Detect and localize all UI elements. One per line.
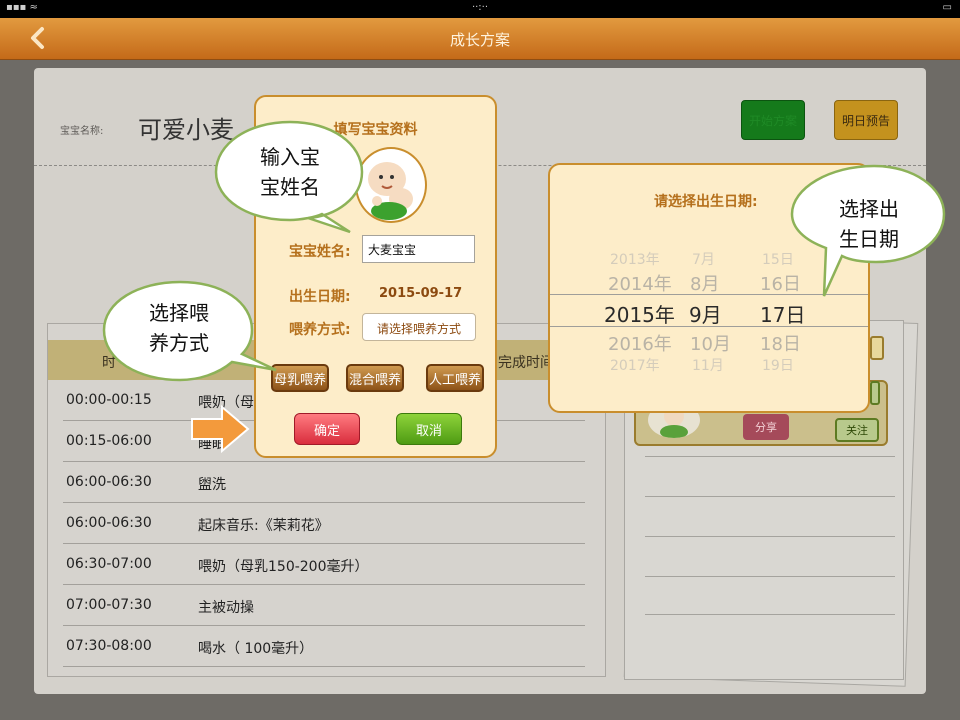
mixed-feeding-button[interactable]: 混合喂养 (346, 364, 404, 392)
row-activity: 起床音乐:《茉莉花》 (198, 518, 329, 534)
table-row[interactable]: 06:00-06:30 盥洗 (63, 462, 585, 503)
row-time: 07:00-07:30 (66, 597, 152, 613)
callout-feeding-line1: 选择喂 (149, 301, 209, 325)
feeding-select[interactable]: 请选择喂养方式 (362, 313, 476, 341)
table-row[interactable]: 07:00-07:30 主被动操 (63, 585, 585, 626)
month-option[interactable]: 7月 (692, 249, 715, 269)
table-row[interactable]: 06:30-07:00 喂奶（母乳150-200毫升） (63, 544, 585, 585)
callout-name-line2: 宝姓名 (260, 175, 320, 199)
row-time: 00:00-00:15 (66, 392, 152, 408)
table-row[interactable]: 07:30-08:00 喝水（ 100毫升） (63, 626, 585, 667)
callout-birthdate-line1: 选择出 (839, 197, 899, 221)
paper-line (645, 536, 895, 537)
header-done-time: 完成时间 (498, 355, 554, 371)
row-activity: 主被动操 (198, 600, 254, 616)
year-option[interactable]: 2013年 (610, 249, 660, 269)
feeding-label: 喂养方式: (289, 322, 351, 338)
callout-name-line1: 输入宝 (260, 145, 320, 169)
confirm-button[interactable]: 确定 (294, 413, 360, 445)
month-option[interactable]: 8月 (690, 270, 719, 296)
row-time: 07:30-08:00 (66, 638, 152, 654)
callout-birthdate-line2: 生日期 (839, 227, 899, 251)
breastfeeding-button[interactable]: 母乳喂养 (271, 364, 329, 392)
row-activity: 盥洗 (198, 477, 226, 493)
day-selected[interactable]: 17日 (760, 299, 805, 328)
date-picker-title: 请选择出生日期: (654, 194, 758, 210)
paper-line (645, 496, 895, 497)
row-activity: 喝水（ 100毫升） (198, 641, 314, 657)
card-tab-green[interactable] (870, 381, 880, 405)
share-button[interactable]: 分享 (743, 414, 789, 440)
callout-name: 输入宝 宝姓名 (210, 118, 370, 234)
callout-birthdate: 选择出 生日期 (786, 162, 950, 297)
formula-feeding-button[interactable]: 人工喂养 (426, 364, 484, 392)
paper-line (645, 614, 895, 615)
row-time: 00:15-06:00 (66, 433, 152, 449)
callout-feeding: 选择喂 养方式 (98, 278, 277, 384)
day-option[interactable]: 18日 (760, 330, 801, 356)
battery-icon: ▭ (942, 2, 952, 13)
month-option[interactable]: 11月 (692, 355, 724, 375)
birthdate-value[interactable]: 2015-09-17 (379, 286, 462, 301)
status-bar: ▪▪▪ ≈ ··:·· ▭ (0, 0, 960, 18)
day-option[interactable]: 19日 (762, 355, 794, 375)
arrow-right-icon (190, 404, 252, 454)
baby-name-label: 宝宝名称: (60, 126, 104, 137)
row-time: 06:30-07:00 (66, 556, 152, 572)
baby-name-input[interactable] (362, 235, 475, 263)
name-label: 宝宝姓名: (289, 244, 351, 260)
cancel-button[interactable]: 取消 (396, 413, 462, 445)
status-clock-icon: ··:·· (471, 2, 489, 13)
year-option[interactable]: 2014年 (608, 270, 672, 296)
paper-line (645, 456, 895, 457)
month-selected[interactable]: 9月 (689, 299, 722, 328)
row-activity: 喂奶（母乳150-200毫升） (198, 559, 369, 575)
table-row[interactable]: 06:00-06:30 起床音乐:《茉莉花》 (63, 503, 585, 544)
tomorrow-preview-button[interactable]: 明日预告 (834, 100, 898, 140)
year-option[interactable]: 2016年 (608, 330, 672, 356)
day-option[interactable]: 16日 (760, 270, 801, 296)
row-time: 06:00-06:30 (66, 515, 152, 531)
nav-bar: 成长方案 (0, 18, 960, 60)
row-time: 06:00-06:30 (66, 474, 152, 490)
year-option[interactable]: 2017年 (610, 355, 660, 375)
card-tab-yellow[interactable] (870, 336, 884, 360)
year-selected[interactable]: 2015年 (604, 299, 675, 328)
paper-line (645, 576, 895, 577)
month-option[interactable]: 10月 (690, 330, 731, 356)
page-title: 成长方案 (449, 31, 510, 49)
start-plan-button[interactable]: 开始方案 (741, 100, 805, 140)
follow-button[interactable]: 关注 (835, 418, 879, 442)
callout-feeding-line2: 养方式 (149, 331, 209, 355)
birthdate-label: 出生日期: (289, 289, 351, 305)
